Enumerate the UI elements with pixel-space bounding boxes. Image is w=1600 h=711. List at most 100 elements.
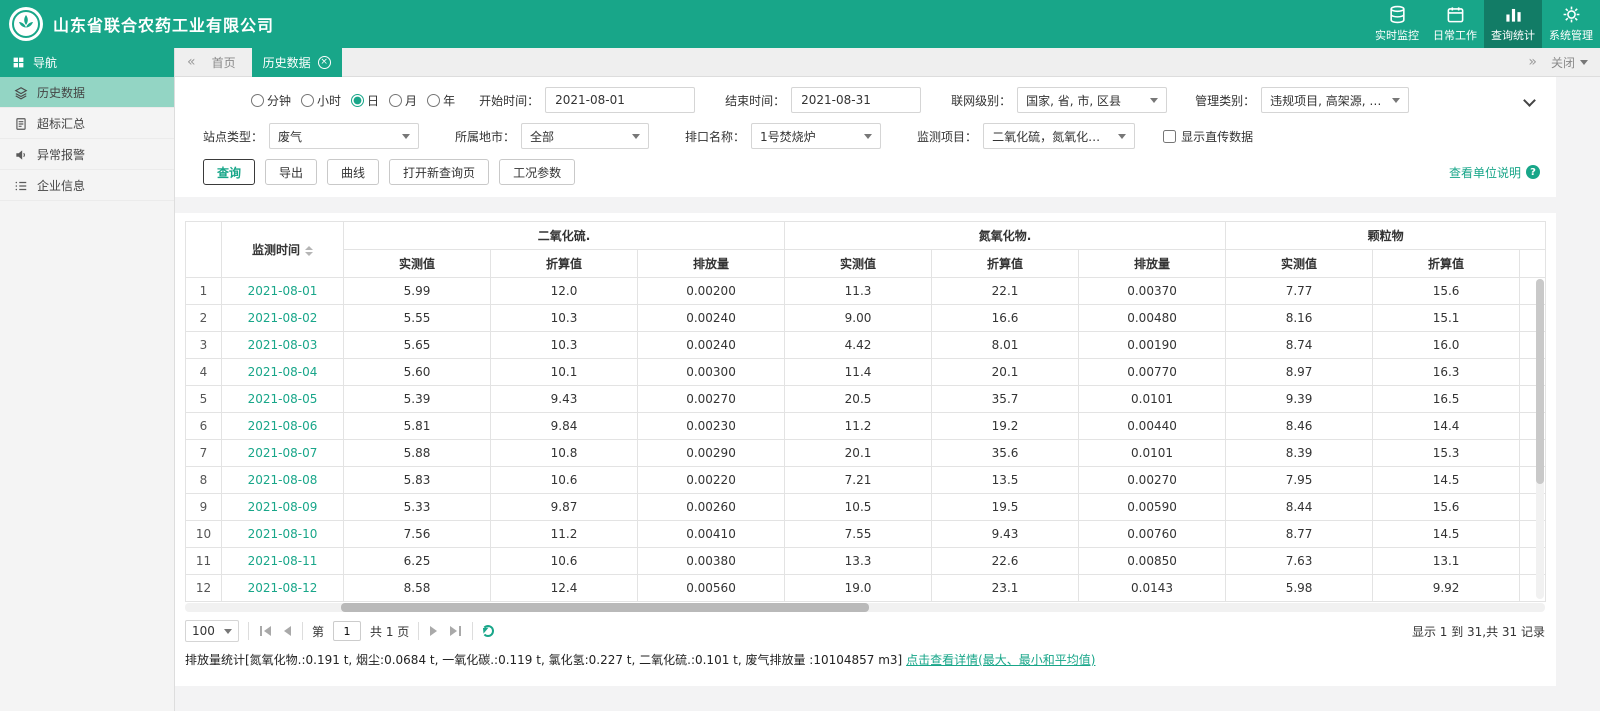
chevron-down-icon — [1580, 60, 1588, 65]
value-cell: 9.43 — [932, 521, 1079, 548]
value-cell: 11.2 — [491, 521, 638, 548]
outlet-name-value: 1号焚烧炉 — [760, 128, 816, 145]
sidebar-item-enterprise-info[interactable]: 企业信息 — [0, 170, 174, 201]
open-new-query-button[interactable]: 打开新查询页 — [389, 159, 489, 185]
sort-icon[interactable] — [305, 246, 313, 256]
date-link-cell[interactable]: 2021-08-06 — [222, 413, 344, 440]
radio-year[interactable]: 年 — [427, 92, 455, 109]
manage-category-label: 管理类别： — [1195, 92, 1255, 109]
nav-query-statistics[interactable]: 查询统计 — [1484, 0, 1542, 48]
radio-year-input[interactable] — [427, 94, 440, 107]
network-level-select[interactable]: 国家, 省, 市, 区县 — [1017, 87, 1167, 113]
divider — [418, 622, 419, 640]
prev-page-button[interactable] — [282, 624, 293, 638]
vertical-scrollbar-thumb[interactable] — [1536, 279, 1544, 484]
date-link-cell[interactable]: 2021-08-07 — [222, 440, 344, 467]
monitor-items-select[interactable]: 二氧化硫，氮氧化物，颗粒 — [983, 123, 1135, 149]
value-cell: 5.99 — [344, 278, 491, 305]
radio-hour-input[interactable] — [301, 94, 314, 107]
station-type-select[interactable]: 废气 — [269, 123, 419, 149]
nav-realtime-monitoring[interactable]: 实时监控 — [1368, 0, 1426, 48]
outlet-name-select[interactable]: 1号焚烧炉 — [751, 123, 881, 149]
manage-category-select[interactable]: 违规项目, 高架源, 重点排污 — [1261, 87, 1409, 113]
sidebar-header: 导航 — [0, 48, 174, 77]
radio-month[interactable]: 月 — [389, 92, 417, 109]
sidebar-item-exceedance-summary[interactable]: 超标汇总 — [0, 108, 174, 139]
date-link-cell[interactable]: 2021-08-12 — [222, 575, 344, 602]
date-link-cell[interactable]: 2021-08-10 — [222, 521, 344, 548]
page-suffix-label: 共 1 页 — [370, 623, 409, 640]
start-time-input[interactable] — [545, 87, 695, 113]
nav-system-management[interactable]: 系统管理 — [1542, 0, 1600, 48]
close-menu-label: 关闭 — [1551, 54, 1575, 71]
radio-minute-input[interactable] — [251, 94, 264, 107]
radio-minute[interactable]: 分钟 — [251, 92, 291, 109]
row-number-cell: 1 — [186, 278, 222, 305]
date-link-cell[interactable]: 2021-08-04 — [222, 359, 344, 386]
value-cell: 5.33 — [344, 494, 491, 521]
brand: 山东省联合农药工业有限公司 — [8, 6, 274, 42]
radio-day[interactable]: 日 — [351, 92, 379, 109]
collapse-filters-chevron-icon[interactable] — [1523, 94, 1536, 107]
value-cell: 35.7 — [932, 386, 1079, 413]
date-link-cell[interactable]: 2021-08-01 — [222, 278, 344, 305]
city-select[interactable]: 全部 — [521, 123, 649, 149]
network-level-value: 国家, 省, 市, 区县 — [1026, 92, 1121, 109]
date-link-cell[interactable]: 2021-08-05 — [222, 386, 344, 413]
value-cell: 0.00560 — [638, 575, 785, 602]
page-number-input[interactable] — [333, 621, 361, 641]
unit-note-link[interactable]: 查看单位说明 ? — [1449, 164, 1540, 181]
date-link-cell[interactable]: 2021-08-03 — [222, 332, 344, 359]
radio-day-input[interactable] — [351, 94, 364, 107]
tabs-scroll-right-icon[interactable]: » — [1528, 55, 1537, 69]
direct-data-checkbox-input[interactable] — [1163, 130, 1176, 143]
first-page-button[interactable] — [258, 624, 273, 638]
filter-panel: 分钟 小时 日 月 年 开始时间： 结束时间： 联网级别： 国家, 省, 市, … — [175, 77, 1556, 197]
database-icon — [1388, 5, 1407, 24]
next-page-button[interactable] — [428, 624, 439, 638]
station-type-value: 废气 — [278, 128, 302, 145]
horizontal-scrollbar-thumb[interactable] — [341, 603, 869, 612]
page-size-select[interactable]: 100 — [185, 620, 239, 642]
value-cell: 0.00230 — [638, 413, 785, 440]
time-column-header[interactable]: 监测时间 — [222, 222, 344, 278]
date-link-cell[interactable]: 2021-08-02 — [222, 305, 344, 332]
radio-hour[interactable]: 小时 — [301, 92, 341, 109]
tabs-scroll-left-icon[interactable]: « — [187, 55, 196, 69]
date-link-cell[interactable]: 2021-08-08 — [222, 467, 344, 494]
sidebar-item-history-data[interactable]: 历史数据 — [0, 77, 174, 108]
top-navigation: 实时监控 日常工作 查 — [1368, 0, 1600, 48]
export-button[interactable]: 导出 — [265, 159, 317, 185]
query-button[interactable]: 查询 — [203, 159, 255, 185]
vertical-scrollbar[interactable] — [1536, 279, 1544, 599]
tab-history-data[interactable]: 历史数据 × — [252, 48, 342, 77]
row-number-cell: 2 — [186, 305, 222, 332]
value-cell: 11.2 — [785, 413, 932, 440]
direct-data-label: 显示直传数据 — [1181, 128, 1253, 145]
direct-data-checkbox[interactable]: 显示直传数据 — [1163, 128, 1253, 145]
value-cell: 0.00850 — [1079, 548, 1226, 575]
nav-label: 系统管理 — [1549, 27, 1593, 43]
network-level-label: 联网级别： — [951, 92, 1011, 109]
tab-close-icon[interactable]: × — [318, 56, 331, 69]
value-cell: 0.00200 — [638, 278, 785, 305]
radio-month-input[interactable] — [389, 94, 402, 107]
refresh-icon[interactable] — [482, 625, 494, 637]
nav-daily-work[interactable]: 日常工作 — [1426, 0, 1484, 48]
value-cell: 10.3 — [491, 305, 638, 332]
last-page-button[interactable] — [448, 624, 463, 638]
value-cell: 7.77 — [1226, 278, 1373, 305]
sidebar-item-abnormal-alarm[interactable]: 异常报警 — [0, 139, 174, 170]
horizontal-scrollbar[interactable] — [185, 603, 1545, 612]
end-time-input[interactable] — [791, 87, 921, 113]
date-link-cell[interactable]: 2021-08-09 — [222, 494, 344, 521]
value-cell: 7.21 — [785, 467, 932, 494]
close-tabs-menu[interactable]: 关闭 — [1551, 54, 1588, 71]
tab-home[interactable]: 首页 — [212, 54, 236, 71]
detail-link[interactable]: 点击查看详情(最大、最小和平均值) — [906, 653, 1095, 667]
curve-button[interactable]: 曲线 — [327, 159, 379, 185]
condition-params-button[interactable]: 工况参数 — [499, 159, 575, 185]
value-cell: 19.5 — [932, 494, 1079, 521]
date-link-cell[interactable]: 2021-08-11 — [222, 548, 344, 575]
value-cell: 16.3 — [1373, 359, 1520, 386]
